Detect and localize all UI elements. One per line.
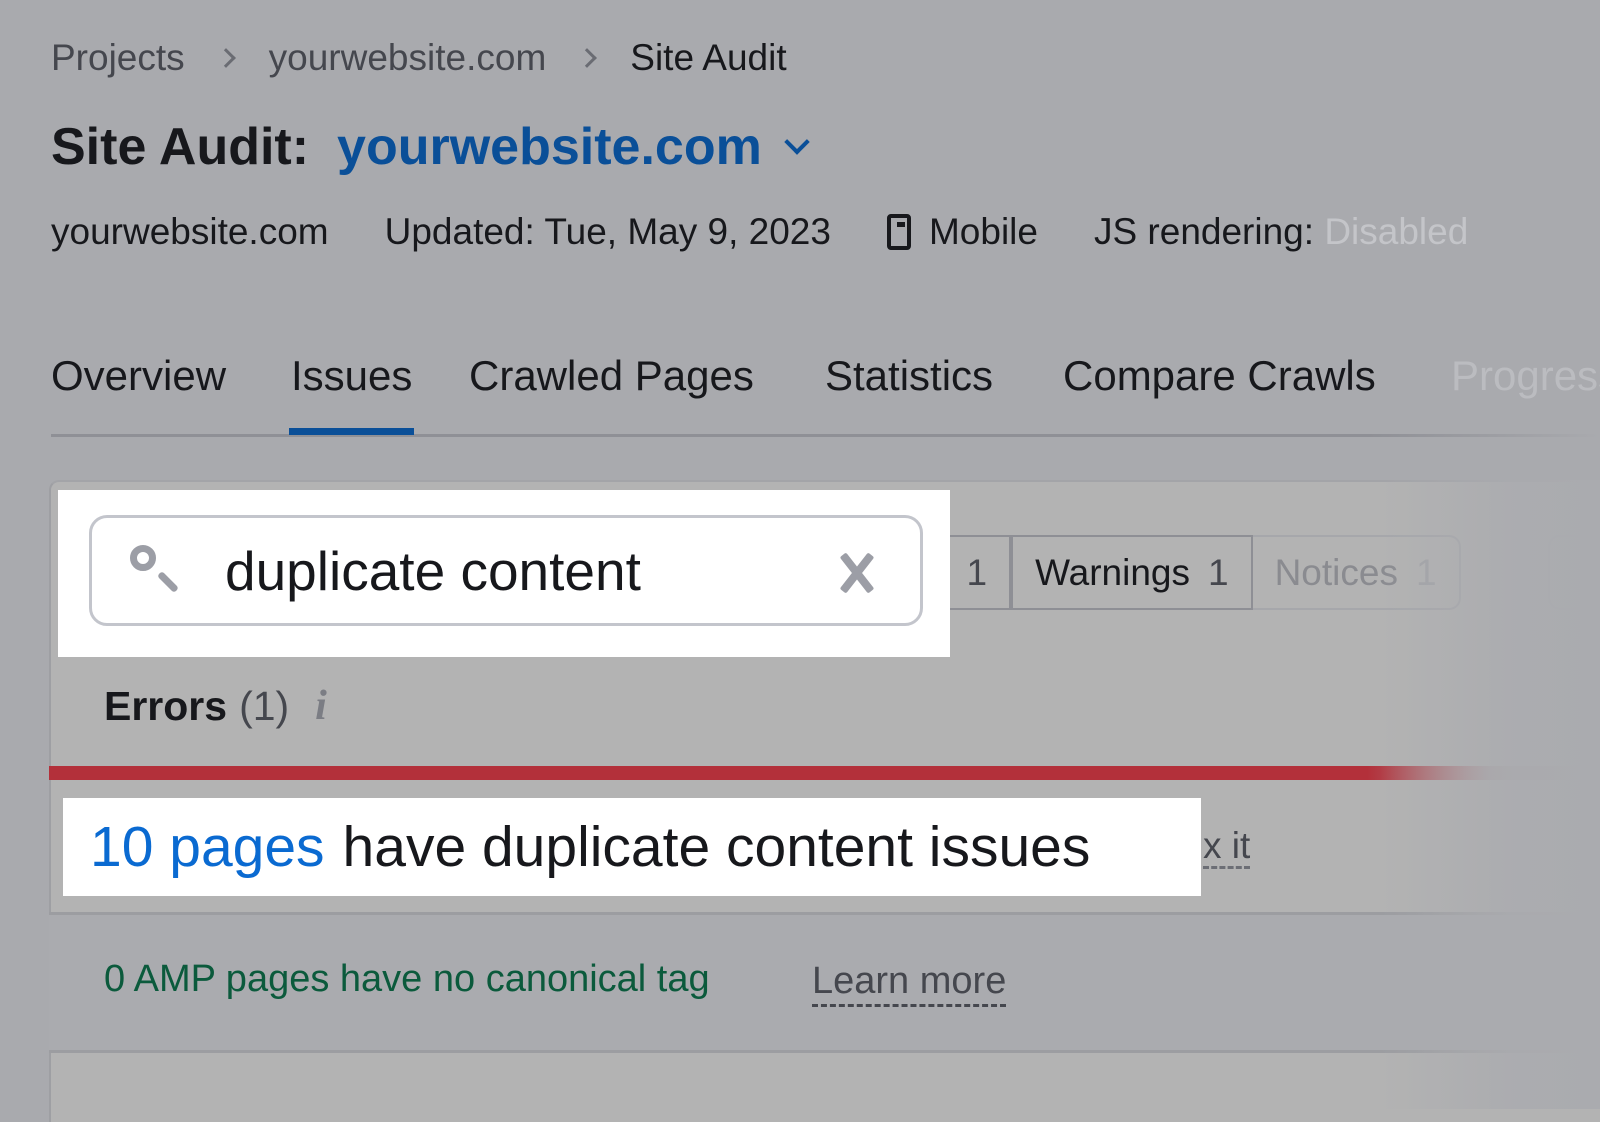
meta-js-rendering-label: JS rendering: — [1093, 211, 1315, 252]
meta-updated: Updated: Tue, May 9, 2023 — [384, 211, 831, 252]
issue-type-filter: s 1 Warnings 1 Notices 1 — [930, 535, 1461, 610]
meta-js-rendering-value: Disabled — [1324, 211, 1469, 252]
filter-errors-count: 1 — [966, 551, 988, 593]
errors-section-count: (1) — [239, 682, 290, 729]
close-icon[interactable] — [836, 552, 878, 594]
tab-crawled-pages[interactable]: Crawled Pages — [469, 352, 754, 400]
meta-domain: yourwebsite.com — [51, 211, 329, 252]
filter-warnings-count: 1 — [1207, 551, 1229, 593]
breadcrumb-projects[interactable]: Projects — [51, 37, 185, 79]
filter-warnings[interactable]: Warnings 1 — [1011, 535, 1253, 610]
breadcrumb: Projects yourwebsite.com Site Audit — [51, 36, 787, 80]
chevron-right-icon — [219, 50, 235, 66]
meta-device: Mobile — [886, 211, 1038, 253]
tab-progress[interactable]: Progress — [1451, 352, 1600, 400]
filter-notices[interactable]: Notices 1 — [1252, 535, 1461, 610]
search-icon — [130, 545, 156, 571]
chevron-right-icon — [580, 50, 596, 66]
tab-bar-divider — [51, 434, 1600, 437]
breadcrumb-current: Site Audit — [630, 37, 787, 78]
row-divider — [49, 1050, 1600, 1053]
mobile-phone-icon — [886, 214, 911, 250]
filter-notices-count: 1 — [1415, 551, 1437, 593]
filter-notices-label: Notices — [1274, 551, 1398, 593]
meta-device-label: Mobile — [928, 211, 1038, 252]
meta-js-rendering: JS rendering: Disabled — [1094, 211, 1468, 253]
issue-description: have duplicate content issues — [342, 815, 1091, 879]
chevron-down-icon[interactable] — [784, 129, 810, 155]
issue-description: 0 AMP pages have no canonical tag — [104, 958, 710, 1000]
filter-extra-button[interactable] — [1548, 535, 1600, 610]
tab-bar: Overview Issues Crawled Pages Statistics… — [51, 346, 1600, 438]
issue-row: 10 pages have duplicate content issues — [90, 812, 1090, 882]
why-and-how-to-fix-link[interactable]: x it — [1203, 826, 1251, 869]
tab-issues[interactable]: Issues — [288, 352, 415, 435]
page-title-label: Site Audit: — [51, 118, 310, 176]
breadcrumb-project-domain[interactable]: yourwebsite.com — [269, 37, 547, 79]
page-title: Site Audit: yourwebsite.com — [51, 112, 810, 182]
info-icon[interactable]: i — [315, 682, 327, 730]
project-selector[interactable]: yourwebsite.com — [337, 117, 762, 177]
filter-warnings-label: Warnings — [1035, 551, 1190, 593]
tab-overview[interactable]: Overview — [51, 352, 226, 400]
project-meta: yourwebsite.com Updated: Tue, May 9, 202… — [51, 207, 1524, 257]
learn-more-link[interactable]: Learn more — [812, 958, 1007, 1007]
tab-compare-crawls[interactable]: Compare Crawls — [1063, 352, 1376, 400]
errors-section-header: Errors (1) i — [104, 680, 327, 732]
issue-pages-link[interactable]: 10 pages — [90, 814, 325, 880]
errors-severity-bar — [49, 766, 1600, 780]
tab-statistics[interactable]: Statistics — [825, 352, 993, 400]
issue-search-input[interactable] — [225, 536, 805, 606]
errors-section-title: Errors — [104, 682, 228, 729]
issue-search-field[interactable] — [89, 515, 923, 626]
